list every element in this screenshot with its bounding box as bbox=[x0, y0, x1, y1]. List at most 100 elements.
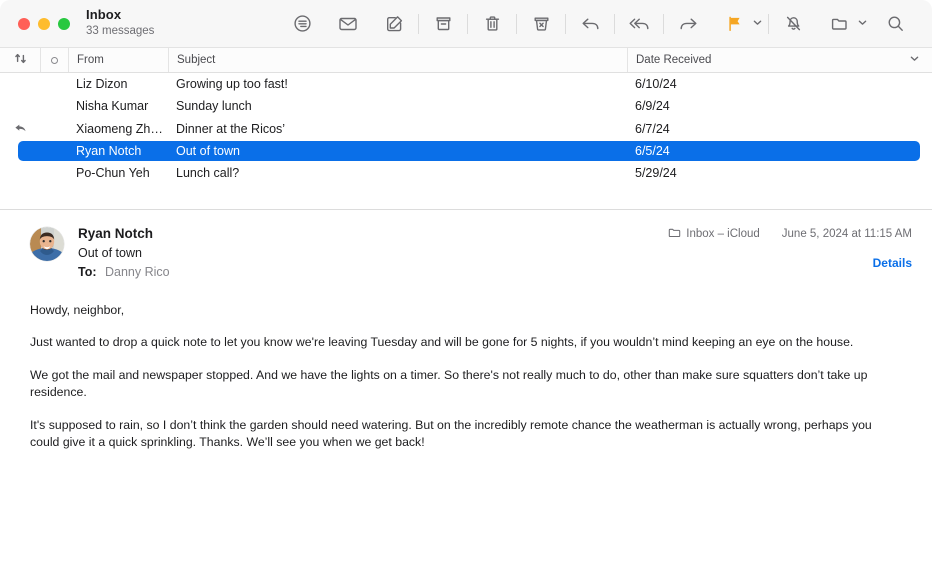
junk-button[interactable] bbox=[518, 9, 564, 39]
toolbar-separator bbox=[565, 13, 566, 34]
message-mailbox-row: Inbox – iCloud June 5, 2024 at 11:15 AM bbox=[668, 226, 912, 242]
message-date: June 5, 2024 at 11:15 AM bbox=[781, 228, 912, 240]
column-header-subject[interactable]: Subject bbox=[168, 48, 627, 72]
compose-button[interactable] bbox=[371, 9, 417, 39]
message-header-meta: Inbox – iCloud June 5, 2024 at 11:15 AM … bbox=[668, 224, 932, 280]
message-row-nisha-kumar[interactable]: Nisha Kumar Sunday lunch 6/9/24 bbox=[0, 95, 932, 117]
message-recipient: To: Danny Rico bbox=[78, 263, 170, 281]
message-paragraph: Just wanted to drop a quick note to let … bbox=[30, 335, 854, 350]
message-sender: Ryan Notch bbox=[78, 226, 154, 241]
mail-window: Inbox 33 messages From Subject Date Rece… bbox=[0, 0, 932, 584]
column-header-from[interactable]: From bbox=[68, 48, 168, 72]
reply-all-icon bbox=[628, 14, 651, 33]
message-header-text: Ryan Notch Out of town To: Danny Rico bbox=[78, 224, 170, 280]
row-from: Liz Dizon bbox=[76, 77, 128, 92]
column-header-subject-label: Subject bbox=[177, 54, 216, 66]
flag-icon bbox=[725, 14, 744, 33]
message-row-po-chun-yeh[interactable]: Po-Chun Yeh Lunch call? 5/29/24 bbox=[0, 162, 932, 184]
minimize-button[interactable] bbox=[38, 17, 50, 30]
message-paragraph: It's supposed to rain, so I don’t think … bbox=[30, 417, 872, 450]
row-date: 6/9/24 bbox=[635, 99, 670, 114]
message-row-ryan-notch[interactable]: Ryan Notch Out of town 6/5/24 bbox=[0, 140, 932, 162]
column-header-sort[interactable] bbox=[0, 48, 40, 72]
row-from: Xiaomeng Zh… bbox=[76, 121, 163, 136]
row-from: Ryan Notch bbox=[76, 144, 142, 159]
message-header: Ryan Notch Out of town To: Danny Rico In… bbox=[0, 210, 932, 280]
column-header-date[interactable]: Date Received bbox=[627, 48, 932, 72]
unread-dot-icon bbox=[51, 56, 58, 64]
toolbar-separator bbox=[663, 13, 664, 34]
mail-icon bbox=[338, 14, 358, 33]
message-paragraph: We got the mail and newspaper stopped. A… bbox=[30, 367, 868, 400]
message-view: Ryan Notch Out of town To: Danny Rico In… bbox=[0, 210, 932, 584]
row-subject: Lunch call? bbox=[176, 166, 240, 181]
toolbar-separator bbox=[516, 13, 517, 34]
compose-icon bbox=[385, 14, 404, 33]
message-row-liz-dizon[interactable]: Liz Dizon Growing up too fast! 6/10/24 bbox=[0, 73, 932, 95]
message-mailbox: Inbox – iCloud bbox=[686, 228, 760, 240]
chevron-down-icon bbox=[857, 15, 868, 33]
reply-all-button[interactable] bbox=[616, 9, 662, 39]
mailbox-name: Inbox bbox=[86, 7, 122, 23]
row-from: Po-Chun Yeh bbox=[76, 166, 150, 181]
row-date: 5/29/24 bbox=[635, 166, 677, 181]
toolbar-separator bbox=[418, 13, 419, 34]
move-dropdown-button[interactable] bbox=[854, 9, 870, 39]
filter-button[interactable] bbox=[279, 9, 325, 39]
replied-arrow-icon bbox=[14, 121, 27, 137]
avatar bbox=[30, 227, 64, 261]
folder-icon bbox=[830, 14, 849, 33]
message-row-clipped[interactable] bbox=[0, 184, 932, 194]
message-body: Howdy, neighbor, Just wanted to drop a q… bbox=[0, 280, 932, 452]
row-reply-indicator bbox=[0, 121, 40, 137]
column-header-from-label: From bbox=[77, 54, 104, 66]
toolbar: Inbox 33 messages bbox=[0, 0, 932, 48]
archive-button[interactable] bbox=[420, 9, 466, 39]
row-highlight bbox=[18, 185, 920, 193]
column-header-unread[interactable] bbox=[40, 48, 68, 72]
row-subject: Sunday lunch bbox=[176, 99, 252, 114]
row-date: 6/7/24 bbox=[635, 121, 670, 136]
junk-icon bbox=[532, 14, 551, 33]
forward-button[interactable] bbox=[665, 9, 711, 39]
toolbar-separator bbox=[614, 13, 615, 34]
flag-dropdown-button[interactable] bbox=[749, 9, 765, 39]
zoom-button[interactable] bbox=[58, 17, 70, 30]
search-icon bbox=[886, 14, 905, 33]
row-from: Nisha Kumar bbox=[76, 99, 149, 114]
row-date: 6/10/24 bbox=[635, 77, 677, 92]
mark-unread-button[interactable] bbox=[325, 9, 371, 39]
row-date: 6/5/24 bbox=[635, 144, 670, 159]
close-button[interactable] bbox=[18, 17, 30, 30]
chevron-down-icon[interactable] bbox=[909, 53, 920, 67]
search-button[interactable] bbox=[872, 9, 918, 39]
message-paragraph: Howdy, neighbor, bbox=[30, 303, 125, 317]
mute-bell-icon bbox=[784, 14, 803, 33]
reply-button[interactable] bbox=[567, 9, 613, 39]
forward-icon bbox=[678, 14, 699, 33]
mute-button[interactable] bbox=[770, 9, 816, 39]
row-subject: Growing up too fast! bbox=[176, 77, 288, 92]
chevron-down-icon bbox=[752, 15, 763, 33]
message-list[interactable]: Liz Dizon Growing up too fast! 6/10/24 N… bbox=[0, 73, 932, 210]
row-subject: Dinner at the Ricos’ bbox=[176, 121, 286, 136]
toolbar-separator bbox=[768, 13, 769, 34]
to-value[interactable]: Danny Rico bbox=[105, 265, 170, 279]
mailbox-title: Inbox 33 messages bbox=[86, 7, 226, 38]
message-count: 33 messages bbox=[86, 25, 155, 38]
trash-icon bbox=[483, 14, 502, 33]
toolbar-actions bbox=[279, 9, 932, 39]
to-label: To: bbox=[78, 264, 97, 279]
column-header-date-label: Date Received bbox=[636, 54, 712, 66]
folder-icon bbox=[668, 226, 681, 242]
message-list-header: From Subject Date Received bbox=[0, 48, 932, 73]
toolbar-separator bbox=[467, 13, 468, 34]
row-subject: Out of town bbox=[176, 144, 240, 159]
reply-icon bbox=[580, 14, 601, 33]
message-row-xiaomeng-zh[interactable]: Xiaomeng Zh… Dinner at the Ricos’ 6/7/24 bbox=[0, 118, 932, 140]
filter-icon bbox=[293, 14, 312, 33]
details-link[interactable]: Details bbox=[873, 256, 912, 270]
sort-icon bbox=[14, 52, 27, 68]
delete-button[interactable] bbox=[469, 9, 515, 39]
traffic-lights bbox=[0, 17, 86, 30]
